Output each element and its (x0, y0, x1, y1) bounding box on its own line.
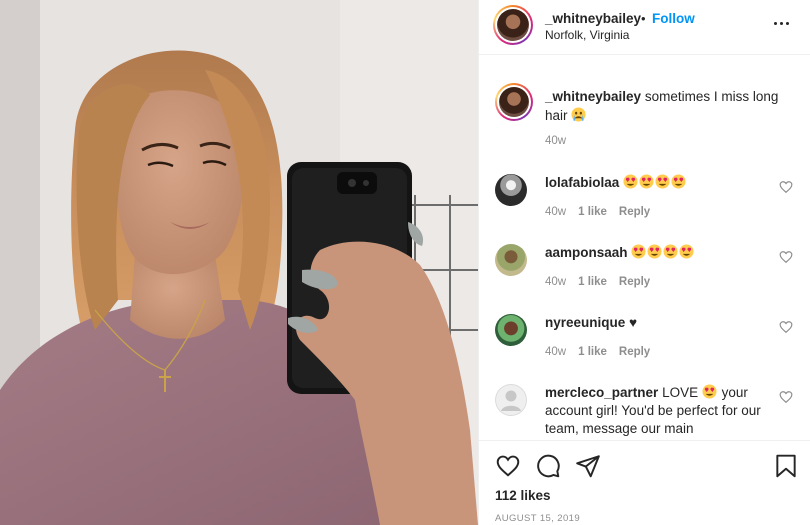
commenter-username[interactable]: lolafabiolaa (545, 175, 619, 190)
comment-timestamp[interactable]: 40w (545, 346, 566, 358)
comment-likes[interactable]: 1 like (578, 346, 607, 358)
caption-username[interactable]: _whitneybailey (545, 89, 641, 104)
likes-count[interactable]: 112 likes (495, 488, 551, 503)
post-header: _whitneybailey • Follow Norfolk, Virgini… (479, 0, 810, 55)
comment-text: nyreeunique ♥ (545, 314, 765, 332)
comment-body: ♥ (629, 315, 638, 330)
caption-timestamp[interactable]: 40w (545, 135, 566, 147)
caption-text: _whitneybailey sometimes I miss long hai… (545, 87, 785, 125)
commenter-avatar[interactable] (495, 244, 527, 276)
post-details-panel: _whitneybailey • Follow Norfolk, Virgini… (478, 0, 810, 525)
author-avatar[interactable] (493, 5, 533, 45)
comment-like-heart-icon[interactable] (779, 320, 793, 334)
heart-eyes-emoji-icon (631, 244, 695, 260)
bookmark-icon[interactable] (773, 453, 799, 479)
mirror-selfie-image (0, 0, 478, 525)
share-icon[interactable] (575, 453, 601, 479)
comment-item: nyreeunique ♥ 40w 1 like Reply (495, 314, 799, 374)
comment-text: mercleco_partner LOVE your account girl!… (545, 384, 765, 438)
crying-face-emoji-icon (571, 107, 586, 122)
commenter-username[interactable]: nyreeunique (545, 315, 625, 330)
comments-list[interactable]: _whitneybailey sometimes I miss long hai… (479, 56, 810, 440)
reply-button[interactable]: Reply (619, 206, 650, 218)
comment-like-heart-icon[interactable] (779, 180, 793, 194)
comment-meta: 40w 1 like Reply (545, 206, 650, 218)
reply-button[interactable]: Reply (619, 276, 650, 288)
comment-text: lolafabiolaa (545, 174, 765, 192)
post-date[interactable]: AUGUST 15, 2019 (495, 513, 580, 524)
comment-item: mercleco_partner LOVE your account girl!… (495, 384, 799, 440)
post-actions: 112 likes AUGUST 15, 2019 (479, 440, 810, 525)
comment-body-start: LOVE (662, 385, 699, 400)
commenter-username[interactable]: aamponsaah (545, 245, 628, 260)
comment-timestamp[interactable]: 40w (545, 206, 566, 218)
more-options-icon[interactable] (771, 14, 791, 34)
comment-meta: 40w 1 like Reply (545, 346, 650, 358)
commenter-username[interactable]: mercleco_partner (545, 385, 658, 400)
author-username[interactable]: _whitneybailey (545, 11, 641, 26)
default-avatar-icon[interactable] (495, 384, 527, 416)
heart-eyes-emoji-icon (623, 174, 687, 190)
post-photo[interactable] (0, 0, 478, 525)
comment-icon[interactable] (535, 453, 561, 479)
commenter-avatar[interactable] (495, 314, 527, 346)
comment-like-heart-icon[interactable] (779, 390, 793, 404)
comment-item: aamponsaah 40w 1 like Reply (495, 244, 799, 304)
commenter-avatar[interactable] (495, 174, 527, 206)
caption-avatar[interactable] (495, 83, 533, 121)
follow-button[interactable]: Follow (652, 11, 695, 26)
heart-icon[interactable] (495, 453, 521, 479)
separator-dot: • (641, 11, 646, 26)
comment-item: lolafabiolaa 40w 1 like Reply (495, 174, 799, 234)
comment-like-heart-icon[interactable] (779, 250, 793, 264)
post-location[interactable]: Norfolk, Virginia (545, 28, 629, 42)
comment-text: aamponsaah (545, 244, 765, 262)
heart-eyes-emoji-icon (702, 384, 717, 399)
reply-button[interactable]: Reply (619, 346, 650, 358)
comment-likes[interactable]: 1 like (578, 276, 607, 288)
comment-likes[interactable]: 1 like (578, 206, 607, 218)
comment-timestamp[interactable]: 40w (545, 276, 566, 288)
comment-meta: 40w 1 like Reply (545, 276, 650, 288)
